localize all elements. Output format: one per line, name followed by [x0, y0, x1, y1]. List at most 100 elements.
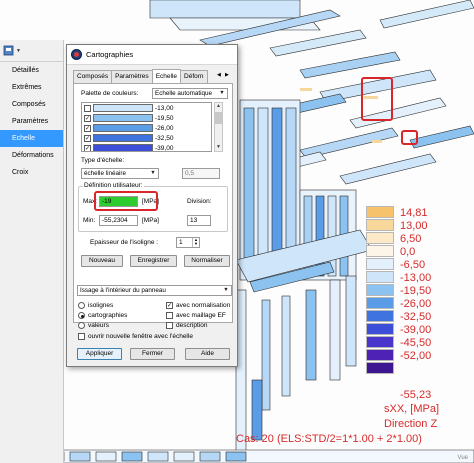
maillage-option[interactable]: avec maillage EF — [166, 312, 226, 319]
legend-value: -52,00 — [400, 350, 432, 362]
tab-deformations[interactable]: Déforn — [180, 70, 208, 83]
palette-row-swatch — [93, 114, 153, 122]
scale-type-selected-value: échelle linéaire — [84, 170, 127, 177]
panel-smoothing-select[interactable]: Issage à l'intérieur du panneau ▼ — [77, 285, 232, 296]
palette-row[interactable]: ✓ -26,00 — [82, 123, 211, 133]
scale-param-field[interactable]: 0,5 — [182, 168, 220, 179]
description-option[interactable]: description — [166, 322, 207, 329]
normalisation-checkbox[interactable]: ✓ — [166, 302, 173, 309]
cartographies-label: cartographies — [88, 312, 128, 319]
scroll-thumb[interactable] — [215, 112, 222, 124]
legend-value: 13,00 — [400, 220, 428, 232]
spinner-icon[interactable]: ▲ ▼ — [192, 238, 199, 247]
palette-row-swatch — [93, 104, 153, 112]
legend-swatch — [366, 284, 394, 296]
legend-value: 6,50 — [400, 233, 422, 245]
normalize-button[interactable]: Normaliser — [184, 255, 230, 267]
legend-value: 14,81 — [400, 207, 428, 219]
side-item-extremes[interactable]: Extrêmes — [0, 79, 63, 96]
min-input[interactable]: -55,2304 — [99, 215, 138, 226]
chevron-down-icon: ▼ — [150, 170, 156, 176]
view-corner-label: Vue — [457, 455, 468, 461]
legend-value: -26,00 — [400, 298, 432, 310]
palette-row-checkbox[interactable]: ✓ — [84, 124, 91, 132]
palette-row[interactable]: ✓ -39,00 — [82, 143, 211, 151]
isolignes-option[interactable]: isolignes — [78, 302, 113, 309]
palette-row-checkbox[interactable]: ✓ — [84, 114, 91, 122]
cartographies-radio[interactable] — [78, 312, 85, 319]
isoline-value: 1 — [179, 239, 183, 246]
isoline-label: Epaisseur de l'isoligne : — [90, 239, 159, 246]
legend-swatch — [366, 258, 394, 270]
cartographies-dialog: Cartographies Composés Paramètres Echell… — [66, 44, 238, 367]
palette-row-checkbox[interactable] — [84, 104, 91, 112]
palette-row-value: -26,00 — [155, 124, 174, 132]
side-toolbar: ▼ — [0, 40, 63, 62]
apply-button[interactable]: Appliquer — [77, 348, 122, 360]
valeurs-option[interactable]: valeurs — [78, 322, 109, 329]
valeurs-radio[interactable] — [78, 322, 85, 329]
tab-scroll-right-icon[interactable]: ▶ — [225, 72, 229, 78]
palette-row[interactable]: ✓ -19,50 — [82, 113, 211, 123]
close-button[interactable]: Fermer — [130, 348, 175, 360]
palette-row-swatch — [93, 124, 153, 132]
normalisation-label: avec normalisation — [176, 302, 231, 309]
palette-scrollbar[interactable]: ▲ ▼ — [214, 102, 223, 152]
side-item-parametres[interactable]: Paramètres — [0, 113, 63, 130]
legend-swatch — [366, 349, 394, 361]
isoline-input[interactable]: 1 ▲ ▼ — [176, 237, 200, 248]
legend-value: -45,50 — [400, 337, 432, 349]
open-window-option[interactable]: ouvrir nouvelle fenêtre avec l'échelle — [78, 333, 193, 340]
maillage-checkbox[interactable] — [166, 312, 173, 319]
scale-param-value: 0,5 — [185, 170, 195, 177]
legend-quantity: sXX, [MPa] — [384, 403, 440, 415]
palette-row-checkbox[interactable]: ✓ — [84, 144, 91, 151]
help-button[interactable]: Aide — [185, 348, 230, 360]
palette-row-swatch — [93, 144, 153, 151]
display-options-icon[interactable] — [3, 45, 14, 56]
side-item-echelle[interactable]: Echelle — [0, 130, 63, 147]
chevron-down-icon[interactable]: ▼ — [16, 48, 21, 54]
legend-value: -32,50 — [400, 311, 432, 323]
palette-list[interactable]: -13,00 ✓ -19,50 ✓ -26,00 ✓ -32,50 ✓ -39,… — [81, 102, 212, 152]
scroll-up-icon[interactable]: ▲ — [215, 103, 222, 110]
division-input[interactable]: 13 — [187, 215, 211, 226]
scale-type-label: Type d'échelle: — [81, 157, 125, 164]
tab-scroll-left-icon[interactable]: ◀ — [217, 72, 221, 78]
valeurs-label: valeurs — [88, 322, 109, 329]
new-button[interactable]: Nouveau — [81, 255, 123, 267]
tab-parametres[interactable]: Paramètres — [111, 70, 153, 83]
side-item-detailles[interactable]: Détaillés — [0, 62, 63, 79]
dialog-title-bar[interactable]: Cartographies — [67, 45, 237, 65]
min-unit: [MPa] — [142, 217, 159, 224]
legend-swatch — [366, 297, 394, 309]
side-item-deformations[interactable]: Déformations — [0, 147, 63, 164]
scroll-down-icon[interactable]: ▼ — [215, 144, 222, 151]
tab-echelle[interactable]: Echelle — [151, 69, 182, 83]
description-label: description — [176, 322, 208, 329]
normalisation-option[interactable]: ✓ avec normalisation — [166, 302, 230, 309]
legend-value: -19,50 — [400, 285, 432, 297]
palette-select[interactable]: Echelle automatique ▼ — [152, 88, 228, 99]
palette-row[interactable]: ✓ -32,50 — [82, 133, 211, 143]
tab-composes[interactable]: Composés — [73, 70, 113, 83]
save-button[interactable]: Enregistrer — [130, 255, 177, 267]
palette-row-value: -32,50 — [155, 134, 174, 142]
legend-value: -13,00 — [400, 272, 432, 284]
chevron-down-icon: ▼ — [223, 287, 229, 293]
open-window-checkbox[interactable] — [78, 333, 85, 340]
legend-value: 0,0 — [400, 246, 416, 258]
isolignes-label: isolignes — [88, 302, 114, 309]
min-value: -55,2304 — [102, 217, 128, 224]
side-item-composes[interactable]: Composés — [0, 96, 63, 113]
cartographies-option[interactable]: cartographies — [78, 312, 127, 319]
legend-swatch — [366, 336, 394, 348]
palette-row[interactable]: -13,00 — [82, 103, 211, 113]
palette-row-checkbox[interactable]: ✓ — [84, 134, 91, 142]
scale-type-select[interactable]: échelle linéaire ▼ — [81, 168, 159, 179]
side-item-croix[interactable]: Croix — [0, 164, 63, 181]
isolignes-radio[interactable] — [78, 302, 85, 309]
description-checkbox[interactable] — [166, 322, 173, 329]
legend-value: -6,50 — [400, 259, 426, 271]
palette-selected-value: Echelle automatique — [155, 90, 213, 97]
